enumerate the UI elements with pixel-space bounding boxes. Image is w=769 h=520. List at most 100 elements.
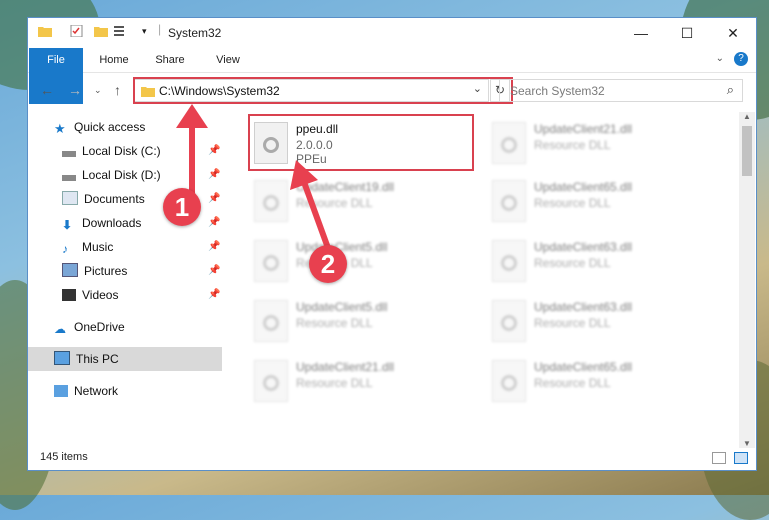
nav-local-disk-d[interactable]: Local Disk (D:) (62, 164, 161, 186)
dll-file-icon (492, 122, 526, 164)
back-arrow-icon[interactable]: ← (40, 82, 54, 98)
file-description: Resource DLL (296, 376, 373, 390)
forward-arrow-icon[interactable]: → (68, 82, 82, 98)
close-button[interactable]: ✕ (710, 18, 756, 48)
file-item[interactable]: UpdateClient5.dllResource DLL (248, 234, 478, 290)
pin-icon[interactable]: 📌 (208, 289, 220, 300)
tab-home[interactable]: Home (94, 48, 134, 72)
file-name: UpdateClient65.dll (534, 180, 633, 194)
help-icon[interactable]: ? (734, 52, 748, 66)
nav-documents[interactable]: Documents (62, 188, 145, 210)
pin-icon[interactable]: 📌 (208, 217, 220, 228)
address-row: ← → ⌄ ↑ C:\Windows\System32 ⌄ ↻ Search S… (28, 74, 756, 106)
annotation-badge-1: 1 (163, 188, 201, 226)
pin-icon[interactable]: 📌 (208, 169, 220, 180)
nav-this-pc[interactable]: This PC (54, 348, 119, 370)
dropdown-icon[interactable]: ▾ (142, 26, 147, 37)
vertical-scrollbar[interactable]: ▲ ▼ (739, 112, 755, 448)
new-folder-icon[interactable] (94, 25, 108, 37)
file-item[interactable]: UpdateClient65.dll Resource DLL (486, 354, 716, 410)
recent-locations-icon[interactable]: ⌄ (94, 85, 102, 96)
annotation-badge-2: 2 (309, 245, 347, 283)
up-arrow-icon[interactable]: ↑ (114, 82, 121, 98)
folder-icon (38, 27, 52, 37)
nav-label: Local Disk (C:) (82, 144, 161, 158)
window-title: System32 (168, 26, 222, 40)
status-bar: 145 items (28, 448, 756, 470)
search-placeholder: Search System32 (510, 84, 605, 98)
nav-local-disk-c[interactable]: Local Disk (C:) (62, 140, 161, 162)
computer-icon (54, 351, 70, 365)
file-name: UpdateClient63.dll (534, 300, 633, 314)
file-name: UpdateClient21.dll (296, 360, 395, 374)
file-item[interactable]: UpdateClient65.dll Resource DLL (486, 174, 716, 230)
file-highlight-box (248, 114, 474, 171)
nav-label: Music (82, 240, 114, 254)
file-item[interactable]: UpdateClient19.dll Resource DLL (248, 174, 478, 230)
search-input[interactable]: Search System32 ⌕ (499, 79, 743, 102)
nav-pictures[interactable]: Pictures (62, 260, 127, 282)
nav-label: Network (74, 384, 119, 398)
nav-music[interactable]: ♪ Music (62, 236, 113, 258)
nav-downloads[interactable]: ⬇ Downloads (62, 212, 141, 234)
file-description: Resource DLL (296, 196, 373, 210)
pin-icon[interactable]: 📌 (208, 265, 220, 276)
dll-file-icon (492, 240, 526, 282)
dll-file-icon (492, 360, 526, 402)
customize-toolbar-icon[interactable] (114, 25, 128, 37)
star-icon: ★ (54, 121, 66, 136)
scroll-up-icon[interactable]: ▲ (743, 112, 751, 121)
file-name: UpdateClient19.dll (296, 180, 395, 194)
file-item[interactable]: UpdateClient5.dll Resource DLL (248, 294, 478, 350)
file-description: Resource DLL (534, 138, 611, 152)
nav-label: OneDrive (74, 320, 125, 334)
file-list: ppeu.dll 2.0.0.0 PPEu UpdateClient21.dll… (224, 112, 739, 442)
file-item[interactable]: UpdateClient21.dll Resource DLL (248, 354, 478, 410)
file-description: Resource DLL (534, 376, 611, 390)
dll-file-icon (492, 300, 526, 342)
file-description: Resource DLL (534, 196, 611, 210)
music-icon: ♪ (62, 242, 68, 256)
nav-videos[interactable]: Videos (62, 284, 118, 306)
large-icons-view-icon[interactable] (734, 452, 748, 464)
pin-icon[interactable]: 📌 (208, 145, 220, 156)
nav-quick-access[interactable]: ★ Quick access (54, 116, 145, 138)
file-description: Resource DLL (534, 316, 611, 330)
scroll-down-icon[interactable]: ▼ (743, 439, 751, 448)
tab-share[interactable]: Share (150, 48, 190, 72)
maximize-button[interactable]: ☐ (664, 18, 710, 48)
file-item[interactable]: UpdateClient63.dll Resource DLL (486, 234, 716, 290)
file-name: UpdateClient21.dll (534, 122, 633, 136)
dll-file-icon (254, 180, 288, 222)
file-description: Resource DLL (534, 256, 611, 270)
dll-file-icon (254, 360, 288, 402)
nav-label: Downloads (82, 216, 142, 230)
file-name: UpdateClient65.dll (534, 360, 633, 374)
nav-onedrive[interactable]: ☁ OneDrive (54, 316, 125, 338)
tab-view[interactable]: View (208, 48, 248, 72)
nav-label: This PC (76, 352, 119, 366)
drive-icon (62, 151, 76, 157)
pin-icon[interactable]: 📌 (208, 193, 220, 204)
nav-label: Quick access (74, 120, 146, 134)
nav-network[interactable]: Network (54, 380, 118, 402)
network-icon (54, 385, 68, 397)
dll-file-icon (254, 300, 288, 342)
dll-file-icon (254, 240, 288, 282)
nav-label: Documents (84, 192, 145, 206)
file-item[interactable]: UpdateClient21.dll Resource DLL (486, 116, 716, 172)
pin-icon[interactable]: 📌 (208, 241, 220, 252)
chevron-down-icon[interactable]: ⌄ (716, 53, 724, 64)
file-item[interactable]: UpdateClient63.dll Resource DLL (486, 294, 716, 350)
navigation-pane: ★ Quick access Local Disk (C:) Local Disk… (28, 112, 222, 442)
dll-file-icon (492, 180, 526, 222)
file-name: UpdateClient63.dll (534, 240, 633, 254)
file-name: UpdateClient5.dll (296, 300, 388, 314)
scrollbar-thumb[interactable] (742, 126, 752, 176)
details-view-icon[interactable] (712, 452, 726, 464)
file-description: Resource DLL (296, 316, 373, 330)
properties-icon[interactable] (70, 25, 84, 37)
videos-icon (62, 289, 76, 301)
address-highlight-box (133, 77, 513, 104)
minimize-button[interactable]: — (618, 18, 664, 48)
